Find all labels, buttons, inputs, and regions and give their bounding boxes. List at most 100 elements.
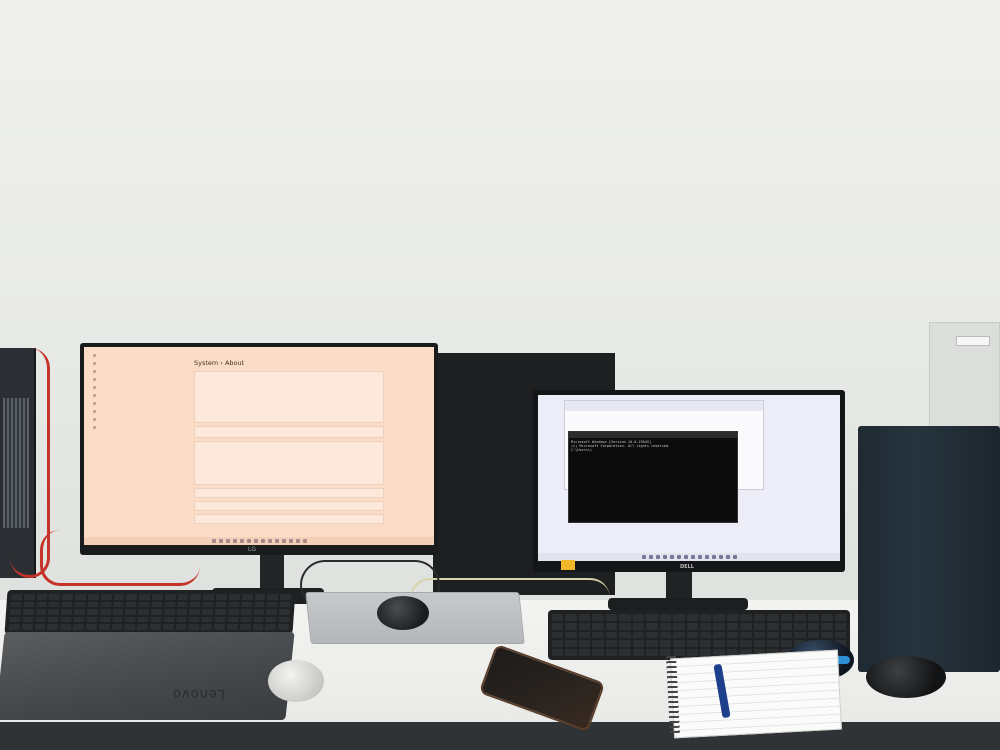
keycap[interactable]	[659, 622, 672, 630]
keycap[interactable]	[807, 631, 820, 639]
keycap[interactable]	[619, 614, 631, 621]
keycap[interactable]	[189, 609, 201, 615]
keycap[interactable]	[753, 614, 766, 621]
keycap[interactable]	[699, 640, 712, 648]
keycap[interactable]	[9, 616, 21, 623]
taskbar-icon[interactable]	[253, 539, 258, 543]
keycap[interactable]	[47, 624, 59, 630]
taskbar-icon[interactable]	[655, 555, 660, 559]
keycap[interactable]	[239, 616, 252, 623]
keycap[interactable]	[48, 609, 60, 615]
keycap[interactable]	[87, 601, 99, 608]
keycap[interactable]	[686, 622, 698, 630]
keycap[interactable]	[834, 614, 846, 621]
keycap[interactable]	[740, 631, 752, 639]
keycap[interactable]	[100, 594, 112, 600]
keycap[interactable]	[162, 624, 174, 630]
keycap[interactable]	[86, 616, 98, 623]
keycap[interactable]	[226, 624, 238, 630]
keycap[interactable]	[807, 614, 820, 621]
keycap[interactable]	[794, 622, 806, 630]
keycap[interactable]	[659, 631, 672, 639]
keycap[interactable]	[267, 594, 279, 600]
keycap[interactable]	[100, 601, 112, 608]
keycap[interactable]	[713, 614, 725, 621]
keycap[interactable]	[176, 609, 188, 615]
keycap[interactable]	[111, 616, 124, 623]
keycap[interactable]	[228, 601, 240, 608]
keycap[interactable]	[632, 640, 645, 648]
keycap[interactable]	[277, 624, 290, 630]
keycap[interactable]	[767, 640, 779, 648]
keycap[interactable]	[254, 594, 266, 600]
keycap[interactable]	[780, 640, 793, 648]
terminal-window[interactable]: Microsoft Windows [Version 10.0.19045] (…	[568, 431, 738, 523]
keycap[interactable]	[278, 609, 291, 615]
keycap[interactable]	[726, 622, 739, 630]
keycap[interactable]	[35, 601, 48, 608]
keycap[interactable]	[592, 649, 604, 656]
keycap[interactable]	[565, 640, 577, 648]
taskbar-icon[interactable]	[725, 555, 730, 559]
taskbar-icon[interactable]	[288, 539, 293, 543]
taskbar-icon[interactable]	[239, 539, 244, 543]
keycap[interactable]	[214, 609, 227, 615]
keycap[interactable]	[632, 631, 645, 639]
taskbar-icon[interactable]	[267, 539, 272, 543]
keycap[interactable]	[213, 624, 226, 630]
keycap[interactable]	[699, 631, 712, 639]
keycap[interactable]	[699, 649, 712, 656]
keycap[interactable]	[605, 631, 618, 639]
keycap[interactable]	[753, 622, 766, 630]
keycap[interactable]	[176, 601, 189, 608]
keycap[interactable]	[592, 614, 604, 621]
keycap[interactable]	[239, 624, 251, 630]
keycap[interactable]	[23, 594, 35, 600]
keycap[interactable]	[215, 601, 227, 608]
taskbar-icon[interactable]	[683, 555, 688, 559]
sidebar-item[interactable]	[88, 367, 148, 375]
keycap[interactable]	[767, 622, 779, 630]
keycap[interactable]	[60, 616, 72, 623]
keycap[interactable]	[646, 631, 658, 639]
keycap[interactable]	[713, 640, 725, 648]
keycap[interactable]	[241, 601, 253, 608]
keycap[interactable]	[713, 622, 725, 630]
keycap[interactable]	[646, 622, 658, 630]
keycap[interactable]	[619, 640, 631, 648]
keycap[interactable]	[137, 609, 150, 615]
keycap[interactable]	[592, 622, 604, 630]
keycap[interactable]	[125, 601, 137, 608]
keycap[interactable]	[605, 649, 618, 656]
keycap[interactable]	[252, 624, 264, 630]
sidebar-item[interactable]	[88, 383, 148, 391]
keycap[interactable]	[578, 631, 591, 639]
keycap[interactable]	[605, 622, 618, 630]
keycap[interactable]	[74, 601, 86, 608]
keycap[interactable]	[62, 594, 74, 600]
keycap[interactable]	[228, 594, 240, 600]
keycap[interactable]	[780, 622, 793, 630]
keycap[interactable]	[99, 609, 111, 615]
keycap[interactable]	[35, 609, 47, 615]
keycap[interactable]	[632, 622, 645, 630]
keycap[interactable]	[821, 631, 833, 639]
taskbar-icon[interactable]	[704, 555, 709, 559]
keycap[interactable]	[767, 614, 779, 621]
keycap[interactable]	[9, 609, 22, 615]
keycap[interactable]	[673, 640, 685, 648]
taskbar-icon[interactable]	[225, 539, 230, 543]
sidebar-item[interactable]	[88, 407, 148, 415]
keycap[interactable]	[164, 601, 176, 608]
keycap[interactable]	[138, 601, 150, 608]
keycap[interactable]	[241, 594, 253, 600]
keycap[interactable]	[163, 609, 175, 615]
taskbar-icon[interactable]	[732, 555, 737, 559]
keycap[interactable]	[686, 631, 698, 639]
keycap[interactable]	[565, 649, 577, 656]
keycap[interactable]	[632, 614, 645, 621]
mouse-white[interactable]	[268, 660, 324, 702]
taskbar-icon[interactable]	[232, 539, 237, 543]
taskbar-icon[interactable]	[295, 539, 300, 543]
keycap[interactable]	[565, 622, 577, 630]
